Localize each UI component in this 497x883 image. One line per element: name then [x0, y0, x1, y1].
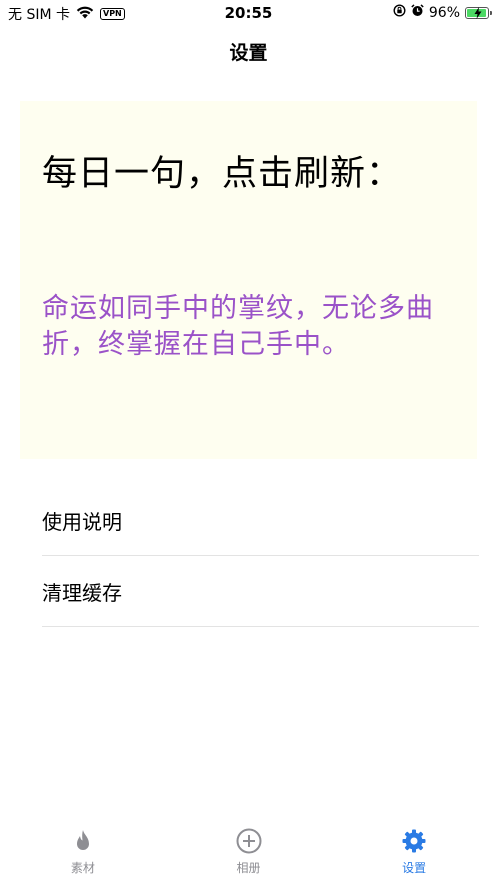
plus-circle-icon	[236, 828, 261, 854]
tab-settings[interactable]: 设置	[331, 819, 497, 883]
tab-album[interactable]: 相册	[166, 819, 332, 883]
tab-label: 设置	[402, 861, 427, 875]
orientation-lock-icon	[393, 4, 406, 21]
battery-icon	[465, 6, 492, 19]
settings-list: 使用说明 清理缓存	[42, 485, 479, 627]
tab-label: 素材	[70, 861, 95, 875]
flame-icon	[76, 830, 89, 850]
tab-label: 相册	[236, 861, 261, 875]
gear-icon	[402, 829, 426, 853]
tab-materials[interactable]: 素材	[0, 819, 166, 883]
status-bar: 无 SIM 卡 VPN 20:55 96%	[0, 0, 497, 26]
battery-percent: 96%	[428, 4, 460, 21]
menu-item-clear-cache[interactable]: 清理缓存	[42, 556, 479, 627]
menu-item-instructions[interactable]: 使用说明	[42, 485, 479, 556]
tab-bar: 素材 相册 设置	[0, 819, 497, 883]
daily-quote-card[interactable]: 每日一句，点击刷新： 命运如同手中的掌纹，无论多曲折，终掌握在自己手中。	[20, 101, 477, 459]
daily-quote-text: 命运如同手中的掌纹，无论多曲折，终掌握在自己手中。	[42, 293, 434, 360]
status-right: 96%	[393, 4, 492, 21]
menu-item-label: 清理缓存	[42, 580, 122, 605]
alarm-icon	[411, 4, 424, 21]
page-title: 设置	[229, 42, 268, 64]
menu-item-label: 使用说明	[42, 509, 122, 534]
daily-quote-heading: 每日一句，点击刷新：	[42, 154, 403, 194]
charging-bolt-icon	[474, 6, 482, 19]
